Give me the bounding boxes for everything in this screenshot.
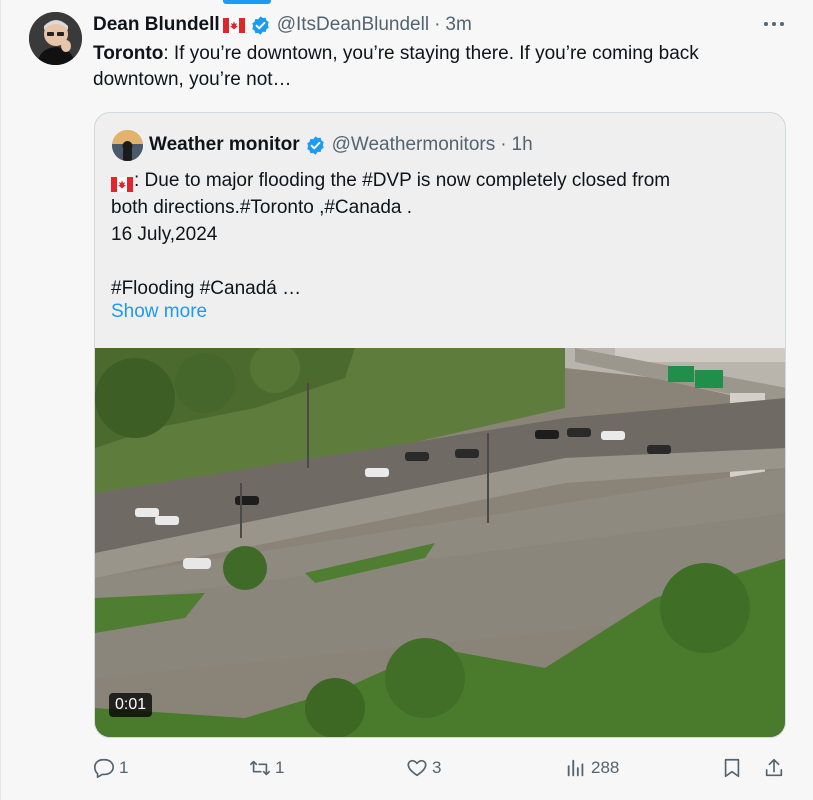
quoted-tweet[interactable]: Weather monitor @Weathermonitors · 1h: … xyxy=(94,112,786,738)
tweet-text-body: : If you’re downtown, you’re staying the… xyxy=(93,43,699,90)
quote-line-4 xyxy=(111,248,771,275)
quote-avatar[interactable] xyxy=(112,130,143,161)
tweet-text-bold: Toronto xyxy=(93,43,164,64)
share-button[interactable] xyxy=(763,753,785,783)
tweet-time[interactable]: 3m xyxy=(445,14,471,36)
quote-header: Weather monitor @Weathermonitors · 1h xyxy=(149,131,533,159)
verified-icon xyxy=(305,135,326,156)
verified-icon xyxy=(250,15,271,36)
repost-icon xyxy=(250,760,270,776)
quote-line-3: 16 July,2024 xyxy=(111,224,218,245)
canada-flag-icon xyxy=(222,17,245,33)
tab-indicator xyxy=(223,0,271,4)
tweet-header: Dean Blundell @ItsDeanBlundell · 3m xyxy=(93,12,472,38)
reply-button[interactable]: 1 xyxy=(93,753,128,783)
author-handle[interactable]: @ItsDeanBlundell xyxy=(277,14,429,36)
action-bar: 1 1 3 288 xyxy=(93,753,793,783)
quote-line-5: #Flooding #Canadá … xyxy=(111,278,302,299)
repost-button[interactable]: 1 xyxy=(249,753,284,783)
quote-time[interactable]: 1h xyxy=(512,134,533,156)
tweet-card[interactable]: Dean Blundell @ItsDeanBlundell · 3m Toro… xyxy=(0,0,813,800)
repost-count: 1 xyxy=(275,758,285,777)
separator: · xyxy=(434,14,441,35)
avatar[interactable] xyxy=(29,12,82,65)
tweet-text: Toronto: If you’re downtown, you’re stay… xyxy=(93,41,783,93)
quote-text: : Due to major flooding the #DVP is now … xyxy=(111,167,771,302)
reply-count: 1 xyxy=(119,758,129,777)
canada-flag-icon xyxy=(111,173,133,193)
share-icon xyxy=(765,758,783,777)
quote-line-1: : Due to major flooding the #DVP is now … xyxy=(134,170,671,191)
views-icon xyxy=(567,759,584,777)
reply-icon xyxy=(94,758,114,778)
video-player[interactable]: 0:01 xyxy=(95,348,785,737)
quote-text-line: : Due to major flooding the #DVP is now … xyxy=(111,167,771,194)
more-icon[interactable] xyxy=(760,12,788,36)
separator: · xyxy=(500,134,507,155)
quote-author-name[interactable]: Weather monitor xyxy=(149,134,300,156)
views-count: 288 xyxy=(591,758,620,777)
views-button[interactable]: 288 xyxy=(565,753,619,783)
bookmark-icon xyxy=(724,758,740,778)
like-button[interactable]: 3 xyxy=(406,753,441,783)
quote-author-handle[interactable]: @Weathermonitors xyxy=(332,134,496,156)
quote-line-2: both directions.#Toronto ,#Canada . xyxy=(111,197,413,218)
like-icon xyxy=(407,759,427,777)
show-more-link[interactable]: Show more xyxy=(111,301,207,323)
like-count: 3 xyxy=(432,758,442,777)
author-name[interactable]: Dean Blundell xyxy=(93,14,220,36)
bookmark-button[interactable] xyxy=(721,753,743,783)
video-timestamp: 0:01 xyxy=(109,693,153,717)
flood-video-frame xyxy=(95,348,785,737)
